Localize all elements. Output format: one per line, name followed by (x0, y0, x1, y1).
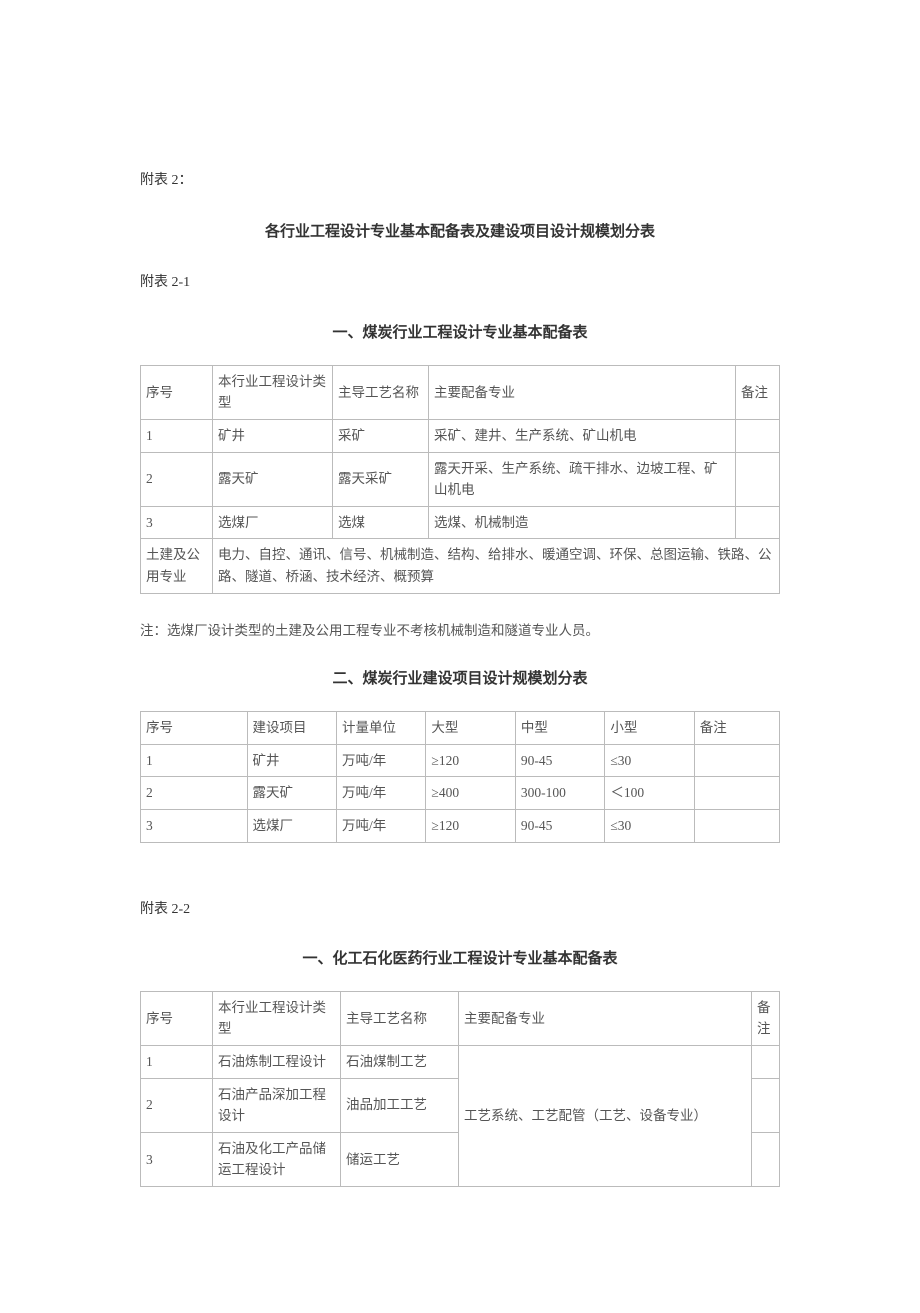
table-row: 2 露天矿 万吨/年 ≥400 300-100 ＜100 (141, 777, 780, 810)
cell-type: 石油产品深加工程设计 (213, 1078, 341, 1132)
cell-small: ＜100 (605, 777, 694, 810)
th-note: 备注 (752, 991, 780, 1045)
table-row: 2 露天矿 露天采矿 露天开采、生产系统、疏干排水、边坡工程、矿山机电 (141, 452, 780, 506)
table-row: 1 矿井 万吨/年 ≥120 90-45 ≤30 (141, 744, 780, 777)
cell-seq: 3 (141, 1132, 213, 1186)
appendix-2-2-label: 附表 2-2 (140, 899, 780, 921)
cell-majors: 露天开采、生产系统、疏干排水、边坡工程、矿山机电 (429, 452, 736, 506)
cell-seq: 1 (141, 1046, 213, 1079)
cell-medium: 300-100 (515, 777, 604, 810)
th-note: 备注 (694, 712, 779, 745)
cell-craft: 采矿 (333, 419, 429, 452)
th-majors: 主要配备专业 (459, 991, 752, 1045)
th-unit: 计量单位 (336, 712, 425, 745)
th-craft: 主导工艺名称 (341, 991, 459, 1045)
table-header-row: 序号 本行业工程设计类型 主导工艺名称 主要配备专业 备注 (141, 365, 780, 419)
table-row-shared: 土建及公用专业 电力、自控、通讯、信号、机械制造、结构、给排水、暖通空调、环保、… (141, 539, 780, 593)
cell-seq: 1 (141, 419, 213, 452)
table-header-row: 序号 建设项目 计量单位 大型 中型 小型 备注 (141, 712, 780, 745)
table-2: 序号 建设项目 计量单位 大型 中型 小型 备注 1 矿井 万吨/年 ≥120 … (140, 711, 780, 842)
table-header-row: 序号 本行业工程设计类型 主导工艺名称 主要配备专业 备注 (141, 991, 780, 1045)
cell-note (752, 1046, 780, 1079)
cell-small: ≤30 (605, 744, 694, 777)
th-small: 小型 (605, 712, 694, 745)
cell-note (694, 809, 779, 842)
cell-note (694, 744, 779, 777)
th-large: 大型 (426, 712, 515, 745)
cell-type: 石油及化工产品储运工程设计 (213, 1132, 341, 1186)
table-row: 3 选煤厂 万吨/年 ≥120 90-45 ≤30 (141, 809, 780, 842)
cell-seq: 1 (141, 744, 248, 777)
cell-seq: 2 (141, 777, 248, 810)
table-row: 1 石油炼制工程设计 石油煤制工艺 工艺系统、工艺配管（工艺、设备专业） (141, 1046, 780, 1079)
section3-title: 一、化工石化医药行业工程设计专业基本配备表 (140, 947, 780, 971)
cell-craft: 石油煤制工艺 (341, 1046, 459, 1079)
th-seq: 序号 (141, 712, 248, 745)
th-seq: 序号 (141, 365, 213, 419)
table-row: 1 矿井 采矿 采矿、建井、生产系统、矿山机电 (141, 419, 780, 452)
section2-title: 二、煤炭行业建设项目设计规模划分表 (140, 667, 780, 691)
main-title: 各行业工程设计专业基本配备表及建设项目设计规模划分表 (140, 220, 780, 244)
th-type: 本行业工程设计类型 (213, 991, 341, 1045)
appendix-label: 附表 2： (140, 170, 780, 192)
th-medium: 中型 (515, 712, 604, 745)
cell-note (694, 777, 779, 810)
th-note: 备注 (736, 365, 780, 419)
cell-seq: 2 (141, 1078, 213, 1132)
cell-shared-label: 土建及公用专业 (141, 539, 213, 593)
cell-majors-merged: 工艺系统、工艺配管（工艺、设备专业） (459, 1046, 752, 1187)
cell-craft: 露天采矿 (333, 452, 429, 506)
cell-type: 矿井 (213, 419, 333, 452)
cell-large: ≥120 (426, 744, 515, 777)
cell-seq: 3 (141, 809, 248, 842)
cell-large: ≥400 (426, 777, 515, 810)
cell-medium: 90-45 (515, 809, 604, 842)
cell-majors: 采矿、建井、生产系统、矿山机电 (429, 419, 736, 452)
cell-note (752, 1132, 780, 1186)
cell-craft: 油品加工工艺 (341, 1078, 459, 1132)
cell-unit: 万吨/年 (336, 809, 425, 842)
cell-medium: 90-45 (515, 744, 604, 777)
cell-seq: 3 (141, 506, 213, 539)
section1-title: 一、煤炭行业工程设计专业基本配备表 (140, 321, 780, 345)
cell-craft: 储运工艺 (341, 1132, 459, 1186)
th-seq: 序号 (141, 991, 213, 1045)
cell-note (736, 506, 780, 539)
table-row: 3 选煤厂 选煤 选煤、机械制造 (141, 506, 780, 539)
table-1: 序号 本行业工程设计类型 主导工艺名称 主要配备专业 备注 1 矿井 采矿 采矿… (140, 365, 780, 594)
cell-unit: 万吨/年 (336, 777, 425, 810)
cell-proj: 露天矿 (247, 777, 336, 810)
cell-proj: 矿井 (247, 744, 336, 777)
cell-note (736, 419, 780, 452)
cell-type: 露天矿 (213, 452, 333, 506)
cell-craft: 选煤 (333, 506, 429, 539)
appendix-2-1-label: 附表 2-1 (140, 272, 780, 294)
section1-footnote: 注：选煤厂设计类型的土建及公用工程专业不考核机械制造和隧道专业人员。 (140, 620, 780, 642)
cell-type: 选煤厂 (213, 506, 333, 539)
th-proj: 建设项目 (247, 712, 336, 745)
cell-shared-content: 电力、自控、通讯、信号、机械制造、结构、给排水、暖通空调、环保、总图运输、铁路、… (213, 539, 780, 593)
cell-majors: 选煤、机械制造 (429, 506, 736, 539)
cell-seq: 2 (141, 452, 213, 506)
cell-unit: 万吨/年 (336, 744, 425, 777)
cell-small: ≤30 (605, 809, 694, 842)
cell-note (752, 1078, 780, 1132)
cell-type: 石油炼制工程设计 (213, 1046, 341, 1079)
cell-note (736, 452, 780, 506)
th-majors: 主要配备专业 (429, 365, 736, 419)
th-type: 本行业工程设计类型 (213, 365, 333, 419)
table-3: 序号 本行业工程设计类型 主导工艺名称 主要配备专业 备注 1 石油炼制工程设计… (140, 991, 780, 1187)
th-craft: 主导工艺名称 (333, 365, 429, 419)
cell-proj: 选煤厂 (247, 809, 336, 842)
cell-large: ≥120 (426, 809, 515, 842)
